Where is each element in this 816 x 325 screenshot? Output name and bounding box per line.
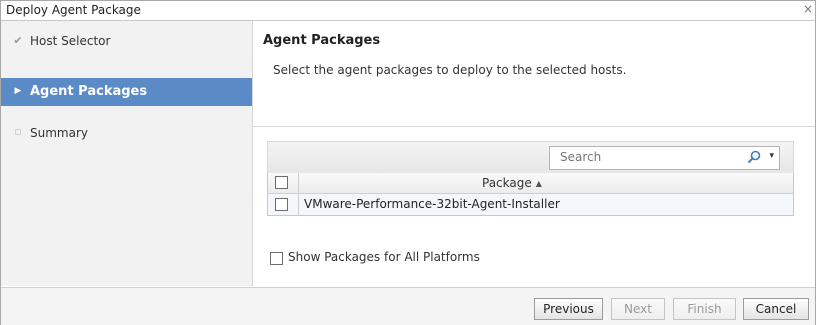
grid-toolbar: Search ▾ [267, 141, 794, 175]
page-description: Select the agent packages to deploy to t… [273, 63, 627, 77]
page-title: Agent Packages [263, 33, 381, 48]
triangle-right-icon: ▶ [14, 86, 22, 96]
column-header-package[interactable]: Package ▲ [482, 176, 542, 190]
dialog-titlebar: Deploy Agent Package × [1, 1, 815, 21]
step-host-selector[interactable]: ✔ Host Selector [1, 27, 252, 55]
next-button[interactable]: Next [611, 298, 665, 320]
wizard-steps-sidebar: ✔ Host Selector ▶ Agent Packages ▢ Summa… [1, 21, 253, 286]
finish-button[interactable]: Finish [673, 298, 736, 320]
cancel-button[interactable]: Cancel [743, 298, 809, 320]
step-label: Agent Packages [30, 84, 148, 99]
row-checkbox[interactable] [275, 198, 288, 211]
table-row[interactable]: VMware-Performance-32bit-Agent-Installer [268, 194, 793, 215]
column-header-label: Package [482, 176, 532, 190]
column-separator [298, 173, 299, 215]
dialog-title: Deploy Agent Package [6, 3, 141, 17]
divider [253, 126, 815, 127]
show-all-platforms-label[interactable]: Show Packages for All Platforms [288, 250, 480, 264]
sort-ascending-icon: ▲ [535, 179, 542, 188]
step-summary[interactable]: ▢ Summary [1, 119, 252, 147]
select-all-checkbox[interactable] [275, 176, 288, 189]
deploy-agent-package-dialog: Deploy Agent Package × ✔ Host Selector ▶… [0, 0, 816, 325]
circle-outline-icon: ▢ [14, 128, 22, 136]
search-input[interactable]: Search ▾ [549, 146, 780, 170]
show-all-platforms-checkbox[interactable] [270, 252, 283, 265]
packages-table: Package ▲ VMware-Performance-32bit-Agent-… [267, 173, 794, 216]
chevron-down-icon[interactable]: ▾ [769, 151, 774, 161]
step-label: Summary [30, 126, 88, 140]
previous-button[interactable]: Previous [534, 298, 603, 320]
table-header: Package ▲ [268, 173, 793, 194]
search-icon[interactable] [747, 150, 761, 164]
search-placeholder: Search [560, 150, 602, 164]
step-label: Host Selector [30, 34, 111, 48]
step-agent-packages[interactable]: ▶ Agent Packages [1, 78, 252, 106]
close-icon[interactable]: × [803, 2, 813, 16]
dialog-footer: Previous Next Finish Cancel [1, 287, 815, 325]
check-icon: ✔ [13, 34, 23, 47]
package-cell: VMware-Performance-32bit-Agent-Installer [304, 197, 560, 211]
main-panel: Agent Packages Select the agent packages… [253, 21, 815, 286]
